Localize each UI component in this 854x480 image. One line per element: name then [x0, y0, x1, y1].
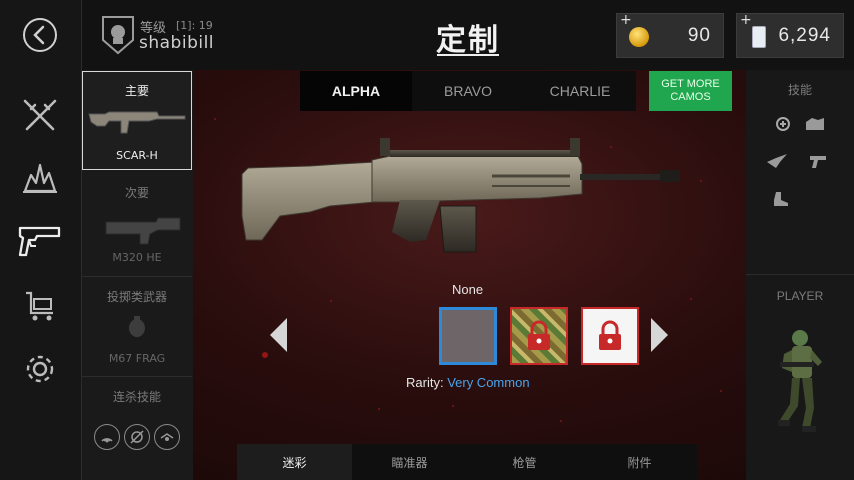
pistol-icon [18, 226, 61, 257]
credits-value: 6,294 [778, 25, 831, 46]
tab-barrel[interactable]: 枪管 [467, 444, 582, 480]
camo-swatch-digital-locked[interactable] [510, 307, 568, 365]
throwable-slot-title: 投掷类武器 [106, 290, 167, 304]
get-more-label-line2: CAMOS [670, 91, 711, 103]
tab-bravo[interactable]: BRAVO [412, 71, 524, 111]
perk-pistol-icon[interactable] [808, 152, 830, 170]
player-title: PLAYER [776, 289, 824, 303]
tab-sights[interactable]: 瞄准器 [352, 444, 467, 480]
coins-balance[interactable]: + 90 [616, 12, 724, 58]
rank-value: [1]: 19 [176, 19, 213, 32]
frag-grenade-icon [129, 316, 145, 337]
selected-camo-name: None [452, 282, 484, 297]
get-more-label-line1: GET MORE [661, 78, 720, 90]
explosion-icon [23, 163, 57, 193]
credit-card-icon [752, 26, 766, 48]
secondary-weapon-slot[interactable]: 次要 M320 HE [82, 174, 192, 272]
add-credits-icon[interactable]: + [740, 12, 752, 28]
throwable-name: M67 FRAG [108, 352, 166, 365]
title-underline [437, 54, 499, 56]
primary-slot-title: 主要 [124, 84, 149, 98]
tab-charlie[interactable]: CHARLIE [524, 71, 636, 111]
skills-title: 技能 [787, 83, 812, 97]
cart-icon [26, 291, 53, 321]
killstreak-radar-icon[interactable] [94, 424, 120, 450]
lock-icon [599, 320, 621, 350]
slot-divider [82, 276, 192, 277]
left-navigation [0, 0, 82, 480]
camo-rarity: Rarity: Very Common [406, 375, 530, 390]
nav-explosives-button[interactable] [15, 156, 65, 200]
primary-weapon-slot[interactable]: 主要 SCAR-H [82, 71, 192, 170]
get-more-camos-button[interactable]: GET MORE CAMOS [649, 71, 732, 111]
scar-h-thumbnail [88, 111, 186, 134]
top-bar: 等级 [1]: 19 shabibill 定制 + 90 + 6,294 [82, 0, 854, 70]
rarity-label: Rarity: [406, 375, 444, 390]
credits-balance[interactable]: + 6,294 [736, 12, 844, 58]
m320-thumbnail [105, 217, 181, 245]
username: shabibill [139, 33, 215, 53]
nav-store-button[interactable] [15, 284, 65, 328]
gold-coin-icon [629, 27, 649, 47]
secondary-slot-title: 次要 [124, 186, 149, 200]
killstreak-slot-title: 连杀技能 [112, 390, 161, 404]
right-panel: 技能 PLAYER [746, 70, 854, 480]
rank-emblem-icon [102, 16, 134, 55]
perk-wings-icon[interactable] [766, 152, 788, 170]
primary-weapon-name: SCAR-H [116, 149, 158, 162]
camo-category-tabs: ALPHA BRAVO CHARLIE [300, 71, 636, 111]
perk-medkit-icon[interactable] [772, 114, 794, 132]
nav-weapons-button[interactable] [15, 218, 65, 262]
player-soldier-avatar[interactable] [774, 328, 826, 432]
right-panel-divider [746, 274, 854, 275]
camo-swatch-none[interactable] [439, 307, 497, 365]
killstreak-drone-icon[interactable] [154, 424, 180, 450]
tab-attachments[interactable]: 附件 [582, 444, 697, 480]
weapon-preview-scar-h [241, 138, 680, 253]
back-arrow-icon [23, 18, 57, 52]
camo-next-arrow[interactable] [651, 318, 668, 352]
lock-icon [528, 320, 550, 350]
camo-swatch-white-locked[interactable] [581, 307, 639, 365]
killstreak-counter-icon[interactable] [124, 424, 150, 450]
tab-camo[interactable]: 迷彩 [237, 444, 352, 480]
settings-button[interactable] [15, 347, 65, 391]
throwable-slot[interactable]: 投掷类武器 M67 FRAG [82, 278, 192, 374]
perk-boot-icon[interactable] [770, 190, 792, 208]
coins-value: 90 [687, 25, 711, 46]
rarity-value: Very Common [447, 375, 530, 390]
crossed-rifles-icon [23, 99, 57, 131]
loadout-panel: 主要 SCAR-H 次要 M320 HE 投掷类武器 M67 FRAG 连杀技能 [82, 70, 193, 480]
secondary-weapon-name: M320 HE [112, 251, 162, 264]
add-coins-icon[interactable]: + [620, 12, 632, 28]
slot-divider [82, 376, 192, 377]
nav-loadouts-button[interactable] [15, 93, 65, 137]
customization-tabs: 迷彩 瞄准器 枪管 附件 [237, 444, 697, 480]
back-button[interactable] [15, 13, 65, 57]
page-title: 定制 [436, 23, 500, 58]
camo-prev-arrow[interactable] [270, 318, 287, 352]
tab-alpha[interactable]: ALPHA [300, 71, 412, 111]
gear-icon [26, 355, 54, 383]
perk-fist-icon[interactable] [804, 114, 826, 132]
